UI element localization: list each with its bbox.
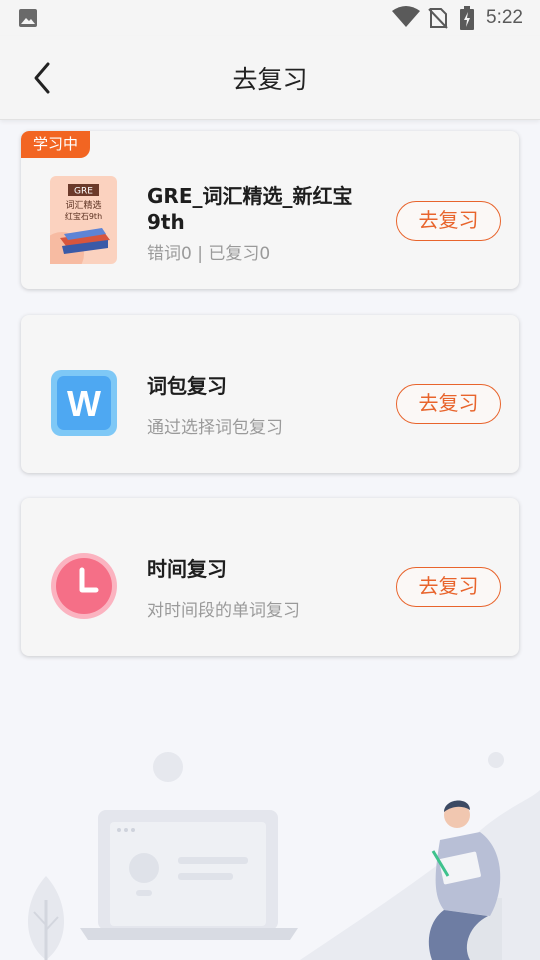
word-pack-icon: W <box>51 370 117 436</box>
wifi-icon <box>392 6 420 27</box>
status-time: 5:22 <box>486 7 523 28</box>
time-review-title: 时间复习 <box>147 557 227 581</box>
cover-line1: GRE <box>74 187 93 197</box>
time-review-subtitle: 对时间段的单词复习 <box>147 601 300 621</box>
review-button[interactable]: 去复习 <box>396 567 501 607</box>
cover-line2: 词汇精选 <box>65 199 101 211</box>
cover-line3: 红宝石9th <box>65 211 102 221</box>
wordpack-subtitle: 通过选择词包复习 <box>147 418 283 438</box>
battery-charging-icon <box>460 6 474 30</box>
book-title: GRE_词汇精选_新红宝9th <box>147 184 353 234</box>
review-button[interactable]: 去复习 <box>396 201 501 241</box>
word-pack-letter: W <box>67 383 101 424</box>
wordpack-review-card[interactable]: W 词包复习 通过选择词包复习 去复习 <box>21 315 519 473</box>
study-illustration <box>27 752 540 960</box>
status-bar: 5:22 <box>0 0 540 36</box>
gallery-icon <box>19 9 37 27</box>
no-sim-icon <box>428 8 448 29</box>
app-bar: 去复习 <box>0 36 540 120</box>
book-card[interactable]: 学习中 GRE 词汇精选 红宝石9th GRE_词汇精选_新红宝9th 错词0 … <box>21 131 519 289</box>
page-title: 去复习 <box>232 65 308 94</box>
book-cover-icon: GRE 词汇精选 红宝石9th <box>50 176 117 264</box>
book-stats: 错词0 | 已复习0 <box>147 244 271 264</box>
review-button[interactable]: 去复习 <box>396 384 501 424</box>
time-review-card[interactable]: 时间复习 对时间段的单词复习 去复习 <box>21 498 519 656</box>
clock-icon <box>51 553 117 619</box>
studying-badge: 学习中 <box>21 131 90 158</box>
wordpack-title: 词包复习 <box>147 374 227 398</box>
